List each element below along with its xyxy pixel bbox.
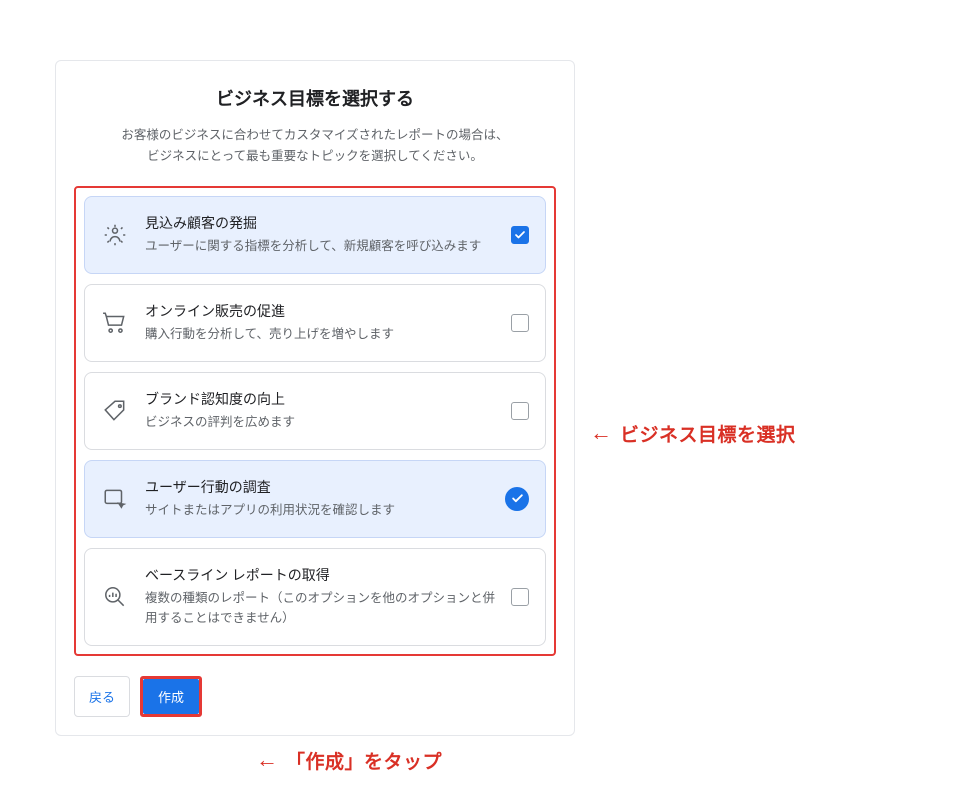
option-text: ユーザー行動の調査 サイトまたはアプリの利用状況を確認します bbox=[145, 477, 493, 521]
arrow-left-icon: ← bbox=[590, 423, 612, 445]
page-subtitle: お客様のビジネスに合わせてカスタマイズされたレポートの場合は、 ビジネスにとって… bbox=[74, 125, 556, 168]
subtitle-line-1: お客様のビジネスに合わせてカスタマイズされたレポートの場合は、 bbox=[121, 128, 508, 143]
subtitle-line-2: ビジネスにとって最も重要なトピックを選択してください。 bbox=[147, 149, 483, 164]
option-desc: 複数の種類のレポート（このオプションを他のオプションと併用することはできません） bbox=[145, 589, 499, 629]
page-title: ビジネス目標を選択する bbox=[74, 85, 556, 111]
options-highlight-frame: 見込み顧客の発掘 ユーザーに関する指標を分析して、新規顧客を呼び込みます オンラ… bbox=[74, 186, 556, 656]
annotation-select-goal: ← ビジネス目標を選択 bbox=[590, 420, 796, 447]
option-baseline-report[interactable]: ベースライン レポートの取得 複数の種類のレポート（このオプションを他のオプショ… bbox=[84, 548, 546, 646]
option-desc: ビジネスの評判を広めます bbox=[145, 413, 499, 433]
checkbox[interactable] bbox=[511, 226, 529, 244]
option-desc: サイトまたはアプリの利用状況を確認します bbox=[145, 501, 493, 521]
magnify-chart-icon bbox=[101, 584, 129, 610]
back-button[interactable]: 戻る bbox=[74, 676, 130, 717]
option-title: ブランド認知度の向上 bbox=[145, 389, 499, 409]
create-button[interactable]: 作成 bbox=[143, 679, 199, 714]
tag-icon bbox=[101, 398, 129, 424]
option-title: ユーザー行動の調査 bbox=[145, 477, 493, 497]
button-row: 戻る 作成 bbox=[74, 676, 556, 717]
option-lead-generation[interactable]: 見込み顧客の発掘 ユーザーに関する指標を分析して、新規顧客を呼び込みます bbox=[84, 196, 546, 274]
annotation-tap-create: ← 「作成」をタップ bbox=[256, 747, 442, 774]
panel: ビジネス目標を選択する お客様のビジネスに合わせてカスタマイズされたレポートの場… bbox=[55, 60, 575, 736]
checkbox[interactable] bbox=[511, 402, 529, 420]
checkbox[interactable] bbox=[511, 588, 529, 606]
option-title: ベースライン レポートの取得 bbox=[145, 565, 499, 585]
create-button-highlight-frame: 作成 bbox=[140, 676, 202, 717]
option-desc: 購入行動を分析して、売り上げを増やします bbox=[145, 325, 499, 345]
option-text: 見込み顧客の発掘 ユーザーに関する指標を分析して、新規顧客を呼び込みます bbox=[145, 213, 499, 257]
option-online-sales[interactable]: オンライン販売の促進 購入行動を分析して、売り上げを増やします bbox=[84, 284, 546, 362]
device-pointer-icon bbox=[101, 486, 129, 512]
annotation-label: 「作成」をタップ bbox=[286, 747, 442, 774]
option-text: ベースライン レポートの取得 複数の種類のレポート（このオプションを他のオプショ… bbox=[145, 565, 499, 629]
option-text: オンライン販売の促進 購入行動を分析して、売り上げを増やします bbox=[145, 301, 499, 345]
option-title: 見込み顧客の発掘 bbox=[145, 213, 499, 233]
checkbox[interactable] bbox=[505, 487, 529, 511]
option-title: オンライン販売の促進 bbox=[145, 301, 499, 321]
person-target-icon bbox=[101, 222, 129, 248]
cart-icon bbox=[101, 310, 129, 336]
option-user-behavior[interactable]: ユーザー行動の調査 サイトまたはアプリの利用状況を確認します bbox=[84, 460, 546, 538]
option-desc: ユーザーに関する指標を分析して、新規顧客を呼び込みます bbox=[145, 237, 499, 257]
annotation-label: ビジネス目標を選択 bbox=[620, 420, 796, 447]
arrow-left-icon: ← bbox=[256, 750, 278, 772]
option-brand-awareness[interactable]: ブランド認知度の向上 ビジネスの評判を広めます bbox=[84, 372, 546, 450]
option-text: ブランド認知度の向上 ビジネスの評判を広めます bbox=[145, 389, 499, 433]
checkbox[interactable] bbox=[511, 314, 529, 332]
